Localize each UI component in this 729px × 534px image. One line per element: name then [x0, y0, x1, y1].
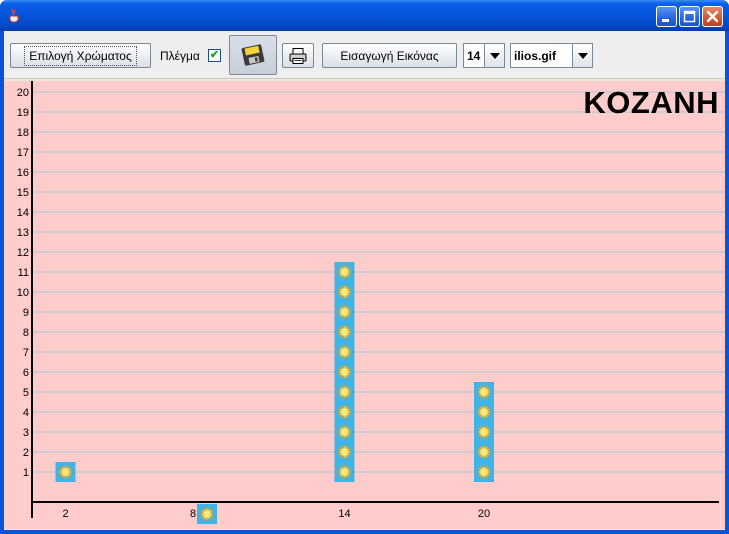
x-tick-label: 2 — [62, 508, 68, 520]
floppy-disk-icon — [241, 44, 265, 66]
y-tick-label: 7 — [23, 347, 29, 359]
sun-icon — [334, 302, 355, 322]
sun-icon — [334, 362, 355, 382]
x-tick-label: 8 — [190, 508, 196, 520]
y-tick-label: 18 — [17, 127, 29, 139]
chart-svg: 12345678910111213141516171819202 8 14 20 — [17, 81, 725, 524]
x-tick-label: 14 — [338, 508, 350, 520]
chevron-down-icon[interactable] — [572, 44, 592, 67]
grid-label: Πλέγμα — [160, 49, 200, 63]
sun-icon — [55, 462, 76, 482]
grid-checkbox[interactable]: ✔ — [208, 49, 221, 62]
sun-icon — [197, 504, 217, 524]
maximize-icon — [683, 10, 696, 23]
close-button[interactable] — [702, 6, 723, 27]
y-tick-label: 5 — [23, 387, 29, 399]
sun-icon — [474, 402, 494, 422]
content-pane: Επιλογή Χρώματος Πλέγμα ✔ Εισαγωγή Εικόν… — [4, 31, 725, 530]
sun-icon — [334, 322, 355, 342]
y-tick-label: 2 — [23, 447, 29, 459]
y-tick-label: 10 — [17, 287, 29, 299]
y-tick-label: 17 — [17, 147, 29, 159]
sun-icon — [474, 442, 494, 462]
sun-icon — [474, 422, 494, 442]
y-tick-label: 14 — [17, 207, 29, 219]
sun-icon — [334, 442, 355, 462]
minimize-button[interactable] — [656, 6, 677, 27]
app-window: Επιλογή Χρώματος Πλέγμα ✔ Εισαγωγή Εικόν… — [0, 0, 729, 534]
choose-color-label: Επιλογή Χρώματος — [24, 45, 137, 66]
y-tick-label: 16 — [17, 167, 29, 179]
sun-icon — [334, 462, 355, 482]
sun-icon — [334, 382, 355, 402]
print-button[interactable] — [282, 43, 314, 68]
chart-panel: 1 2 3 4 5 6 7 8 9 10 11 12 13 14 15 16 17 18 19 20 2 8 14 20 KO… — [4, 81, 725, 529]
save-button[interactable] — [229, 35, 277, 75]
y-tick-label: 4 — [23, 407, 29, 419]
x-tick-label: 20 — [478, 508, 490, 520]
close-icon — [706, 10, 719, 23]
sun-icon — [334, 402, 355, 422]
chevron-down-icon[interactable] — [484, 44, 504, 67]
printer-icon — [289, 47, 307, 64]
insert-image-button[interactable]: Εισαγωγή Εικόνας — [322, 43, 457, 68]
sun-icon — [334, 422, 355, 442]
y-tick-label: 9 — [23, 307, 29, 319]
chart-title: KOZANH — [583, 85, 719, 120]
y-tick-label: 20 — [17, 87, 29, 99]
sun-icon — [474, 462, 494, 482]
y-tick-label: 3 — [23, 427, 29, 439]
java-cup-icon — [9, 8, 20, 23]
insert-image-label: Εισαγωγή Εικόνας — [340, 48, 439, 63]
size-select-value: 14 — [467, 49, 481, 63]
y-tick-label: 15 — [17, 187, 29, 199]
choose-color-button[interactable]: Επιλογή Χρώματος — [10, 43, 151, 68]
sun-icon — [334, 282, 355, 302]
y-tick-label: 12 — [17, 247, 29, 259]
y-tick-label: 8 — [23, 327, 29, 339]
y-tick-label: 6 — [23, 367, 29, 379]
image-select[interactable]: ilios.gif — [510, 43, 593, 68]
sun-icon — [334, 342, 355, 362]
y-tick-label: 1 — [23, 467, 29, 479]
minimize-icon — [662, 19, 669, 22]
y-tick-label: 19 — [17, 107, 29, 119]
maximize-button[interactable] — [679, 6, 700, 27]
y-tick-label: 13 — [17, 227, 29, 239]
sun-icon — [334, 262, 355, 282]
title-bar[interactable] — [0, 0, 729, 31]
y-tick-label: 11 — [18, 267, 29, 279]
toolbar: Επιλογή Χρώματος Πλέγμα ✔ Εισαγωγή Εικόν… — [4, 31, 725, 79]
image-select-value: ilios.gif — [514, 49, 556, 63]
size-select[interactable]: 14 — [463, 43, 505, 68]
sun-icon — [474, 382, 494, 402]
